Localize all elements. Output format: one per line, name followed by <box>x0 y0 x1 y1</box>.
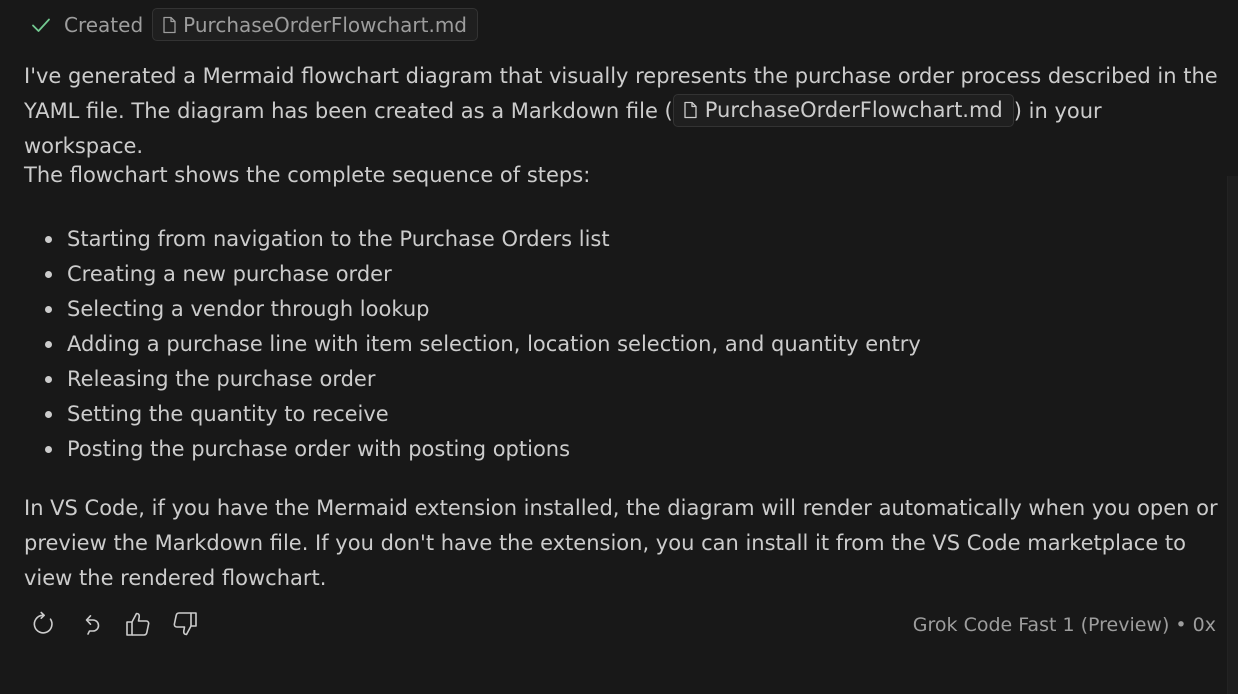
steps-intro: The flowchart shows the complete sequenc… <box>24 163 591 187</box>
inline-file-name: PurchaseOrderFlowchart.md <box>704 97 1003 122</box>
created-status-row: Created PurchaseOrderFlowchart.md <box>30 8 478 41</box>
undo-button[interactable] <box>77 608 105 640</box>
scrollbar[interactable] <box>1227 176 1238 694</box>
thumbs-up-button[interactable] <box>124 608 152 640</box>
list-item: Setting the quantity to receive <box>24 397 921 432</box>
list-item: Creating a new purchase order <box>24 257 921 292</box>
file-icon <box>162 16 177 34</box>
list-item: Selecting a vendor through lookup <box>24 292 921 327</box>
thumbs-down-icon <box>173 612 197 636</box>
intro-paragraph: I've generated a Mermaid flowchart diagr… <box>24 59 1224 164</box>
inline-file-link[interactable]: PurchaseOrderFlowchart.md <box>672 93 1014 127</box>
list-item: Starting from navigation to the Purchase… <box>24 222 921 257</box>
steps-list: Starting from navigation to the Purchase… <box>24 222 921 467</box>
retry-icon <box>33 611 53 634</box>
created-label: Created <box>64 12 144 37</box>
check-icon <box>30 14 52 36</box>
list-item: Adding a purchase line with item selecti… <box>24 327 921 362</box>
thumbs-down-button[interactable] <box>171 608 199 640</box>
undo-icon <box>85 615 100 635</box>
created-file-name: PurchaseOrderFlowchart.md <box>183 12 467 37</box>
closing-paragraph: In VS Code, if you have the Mermaid exte… <box>24 496 1218 590</box>
retry-button[interactable] <box>30 608 58 640</box>
model-info: Grok Code Fast 1 (Preview) • 0x <box>912 614 1216 636</box>
response-actions <box>30 606 218 642</box>
thumbs-up-icon <box>126 612 150 636</box>
list-item: Releasing the purchase order <box>24 362 921 397</box>
file-icon <box>683 101 698 119</box>
created-file-link[interactable]: PurchaseOrderFlowchart.md <box>152 8 478 41</box>
list-item: Posting the purchase order with posting … <box>24 432 921 467</box>
